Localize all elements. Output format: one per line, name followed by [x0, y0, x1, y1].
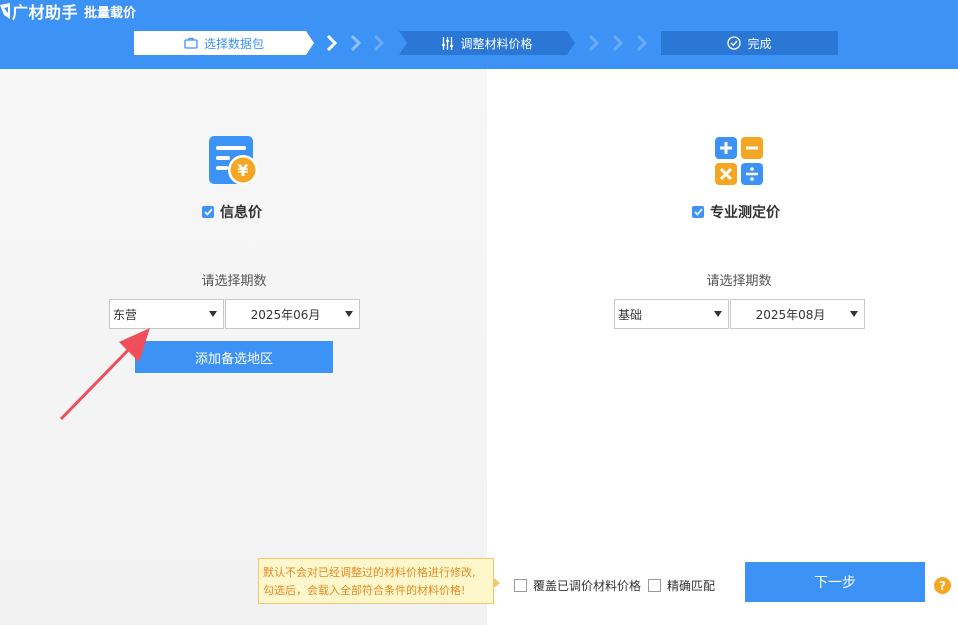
- step-select-package[interactable]: 选择数据包: [134, 31, 314, 55]
- professional-period-value: 2025年08月: [755, 307, 826, 322]
- chevron-right-icon: [612, 35, 624, 51]
- help-icon[interactable]: ?: [934, 577, 951, 594]
- exact-match-checkbox[interactable]: [648, 579, 661, 592]
- info-price-label: 信息价: [220, 205, 262, 221]
- professional-price-checkbox[interactable]: [692, 206, 704, 218]
- overwrite-label: 覆盖已调价材料价格: [533, 579, 642, 593]
- module-name: 批量载价: [84, 5, 137, 21]
- overwrite-option[interactable]: 覆盖已调价材料价格: [514, 577, 641, 594]
- step-label: 调整材料价格: [460, 36, 533, 51]
- chevron-right-icon: [350, 35, 362, 51]
- logo-icon: [0, 3, 10, 19]
- info-period-value: 2025年06月: [250, 307, 321, 322]
- overwrite-tooltip: 默认不会对已经调整过的材料价格进行修改, 勾选后，会载入全部符合条件的材料价格!: [258, 558, 500, 604]
- app-logo: 广材助手 批量载价: [0, 0, 136, 22]
- dropdown-arrow-icon: [209, 311, 217, 317]
- type-value: 基础: [618, 307, 643, 322]
- calculator-icon: [715, 137, 763, 185]
- period-label: 请选择期数: [201, 274, 267, 289]
- exact-match-option[interactable]: 精确匹配: [648, 577, 715, 594]
- info-period-select[interactable]: 2025年06月: [225, 299, 360, 329]
- overwrite-checkbox[interactable]: [514, 579, 527, 592]
- tooltip-line-1: 默认不会对已经调整过的材料价格进行修改,: [263, 566, 476, 579]
- step-complete[interactable]: 完成: [661, 31, 838, 55]
- tooltip-line-2: 勾选后，会载入全部符合条件的材料价格!: [263, 584, 466, 597]
- annotation-arrow: [59, 328, 150, 421]
- chevron-right-icon: [636, 35, 648, 51]
- info-price-checkbox[interactable]: [202, 206, 214, 218]
- professional-price-option[interactable]: 专业测定价: [692, 202, 780, 222]
- chevron-right-icon: [373, 35, 385, 51]
- step-label: 选择数据包: [203, 36, 264, 51]
- chevron-right-icon: [326, 35, 338, 51]
- check-circle-icon: [727, 36, 742, 50]
- info-price-option[interactable]: 信息价: [202, 202, 262, 222]
- exact-match-label: 精确匹配: [667, 579, 716, 593]
- price-document-icon: ¥: [209, 136, 258, 185]
- step-label: 完成: [747, 36, 772, 51]
- app-name: 广材助手: [12, 3, 79, 22]
- type-select[interactable]: 基础: [614, 299, 729, 329]
- professional-period-select[interactable]: 2025年08月: [730, 299, 865, 329]
- professional-price-label: 专业测定价: [710, 205, 780, 221]
- dropdown-arrow-icon: [345, 311, 353, 317]
- region-value: 东营: [113, 307, 138, 322]
- chevron-right-icon: [588, 35, 600, 51]
- next-button[interactable]: 下一步: [745, 562, 925, 602]
- dropdown-arrow-icon: [714, 311, 722, 317]
- step-adjust-price[interactable]: 调整材料价格: [399, 31, 575, 55]
- svg-text:¥: ¥: [237, 161, 248, 180]
- briefcase-icon: [184, 37, 198, 49]
- dropdown-arrow-icon: [850, 311, 858, 317]
- sliders-icon: [441, 36, 454, 50]
- header-bar: 广材助手 批量载价 选择数据包 调整材料价格 完成: [0, 0, 958, 69]
- period-label: 请选择期数: [706, 274, 772, 289]
